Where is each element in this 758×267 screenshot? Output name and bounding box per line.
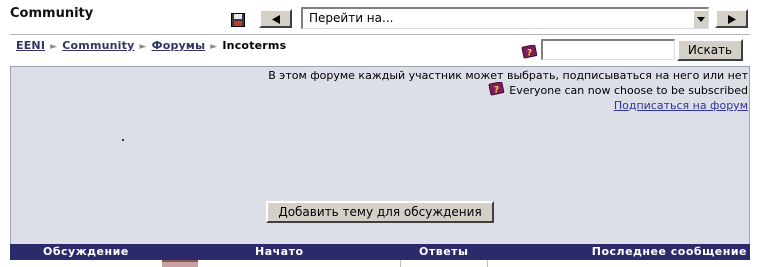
column-header-discussion: Обсуждение [43, 245, 129, 258]
course-title: Community [10, 6, 94, 21]
column-header-last-post: Последнее сообщение [591, 245, 747, 258]
subscription-info: В этом форуме каждый участник может выбр… [268, 69, 748, 82]
column-divider [487, 260, 488, 267]
help-book-icon[interactable]: ? [521, 44, 538, 63]
svg-text:?: ? [527, 49, 532, 59]
save-icon[interactable] [231, 12, 245, 27]
header-divider [10, 34, 750, 35]
previous-activity-button[interactable] [259, 9, 292, 28]
chevron-down-icon[interactable] [692, 9, 708, 28]
svg-text:?: ? [494, 86, 499, 96]
add-topic-button[interactable]: Добавить тему для обсуждения [266, 201, 494, 223]
arrow-right-icon [727, 9, 736, 28]
avatar [162, 260, 198, 267]
column-header-replies: Ответы [419, 245, 469, 258]
arrow-left-icon [271, 9, 280, 28]
table-row[interactable] [10, 260, 750, 267]
column-header-started: Начато [255, 245, 304, 258]
breadcrumb-separator-icon: ► [50, 42, 58, 52]
search-input[interactable] [541, 39, 675, 60]
breadcrumb-separator-icon: ► [139, 42, 147, 52]
breadcrumb-separator-icon: ► [210, 42, 218, 52]
jump-to-select-value: Перейти на... [309, 11, 394, 25]
breadcrumb: EENI ► Community ► Форумы ► Incoterms [16, 39, 286, 52]
column-divider [400, 260, 401, 267]
spacer-dot [122, 139, 124, 141]
next-activity-button[interactable] [715, 9, 748, 28]
subscription-status-row: ? Everyone can now choose to be subscrib… [488, 81, 748, 99]
jump-to-select[interactable]: Перейти на... [301, 7, 709, 29]
subscription-info-en: Everyone can now choose to be subscribed [509, 84, 748, 97]
search-button[interactable]: Искать [677, 39, 743, 61]
discussion-table-header: Обсуждение Начато Ответы Последнее сообщ… [10, 244, 750, 260]
help-book-icon[interactable]: ? [488, 81, 505, 99]
breadcrumb-link-course[interactable]: Community [62, 39, 134, 52]
breadcrumb-current: Incoterms [222, 39, 287, 52]
breadcrumb-link-site[interactable]: EENI [16, 39, 45, 52]
breadcrumb-link-forums[interactable]: Форумы [152, 39, 206, 52]
subscribe-link[interactable]: Подписаться на форум [614, 99, 748, 112]
